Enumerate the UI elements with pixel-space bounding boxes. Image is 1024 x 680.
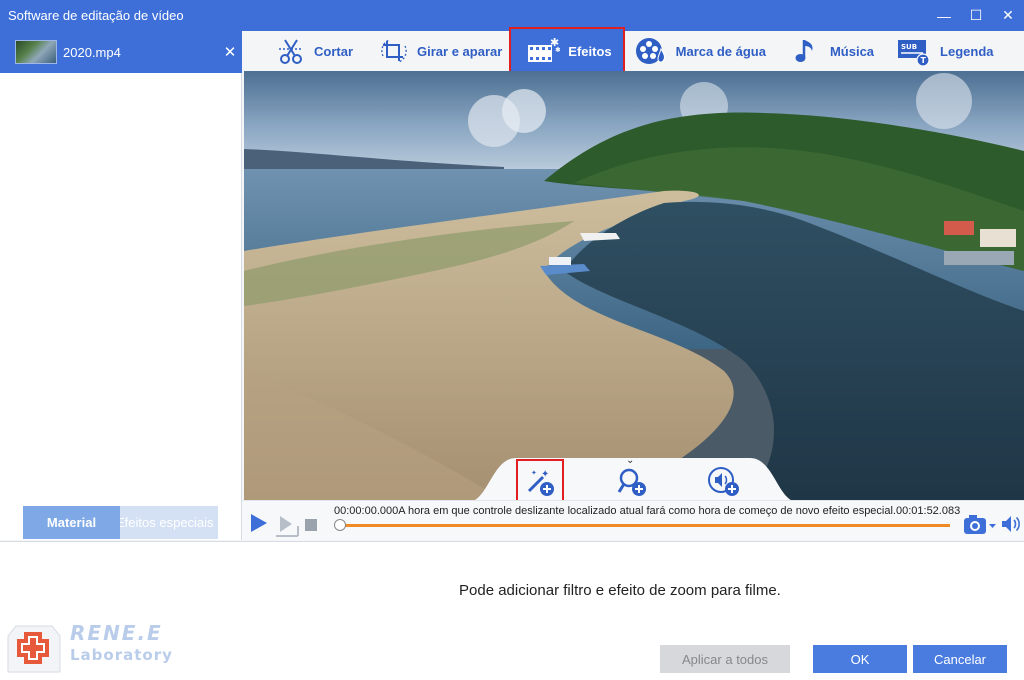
- video-preview[interactable]: [244, 71, 1024, 500]
- add-zoom-button[interactable]: [609, 460, 655, 504]
- tool-cut-label: Cortar: [314, 43, 354, 59]
- tool-watermark[interactable]: Marca de água: [634, 31, 766, 71]
- tool-watermark-label: Marca de água: [675, 43, 766, 59]
- film-reel-watermark-icon: [635, 38, 665, 64]
- edit-toolbar: Cortar Girar e aparar ✱ ✱ Efeitos Marca …: [243, 27, 1024, 75]
- snapshot-button[interactable]: [963, 514, 997, 536]
- svg-text:✦: ✦: [541, 469, 549, 480]
- zoom-add-icon: [617, 468, 646, 496]
- play-button[interactable]: [248, 513, 268, 533]
- tool-rotate-crop-label: Girar e aparar: [417, 43, 503, 59]
- cancel-button[interactable]: Cancelar: [913, 645, 1007, 673]
- logo-line1: RENE.E: [70, 621, 163, 645]
- tool-music-label: Música: [829, 43, 875, 59]
- music-note-icon: [795, 40, 813, 62]
- timeline-slider-handle[interactable]: [334, 519, 346, 531]
- logo-text: RENE.E Laboratory: [70, 622, 173, 666]
- file-tab[interactable]: 2020.mp4 ✕: [0, 31, 242, 73]
- logo-line2: Laboratory: [70, 646, 173, 664]
- close-button[interactable]: ✕: [992, 0, 1024, 31]
- tool-effects[interactable]: ✱ ✱ Efeitos: [509, 27, 625, 75]
- rotate-crop-icon: [381, 39, 407, 63]
- hint-text: Pode adicionar filtro e efeito de zoom p…: [459, 582, 781, 599]
- maximize-button[interactable]: ☐: [960, 0, 992, 31]
- play-icon: [251, 514, 267, 532]
- file-panel: 2020.mp4 ✕ Material Efeitos especiais: [0, 31, 242, 540]
- ok-button[interactable]: OK: [813, 645, 907, 673]
- file-close-icon[interactable]: ✕: [218, 43, 242, 61]
- tool-music[interactable]: Música: [792, 31, 874, 71]
- window-title: Software de editação de vídeo: [8, 8, 184, 23]
- tool-effects-label: Efeitos: [568, 43, 612, 59]
- bottom-panel: Pode adicionar filtro e efeito de zoom p…: [0, 541, 1024, 680]
- magic-wand-add-icon: ✦ ✦: [527, 469, 554, 496]
- file-thumbnail: [15, 40, 57, 64]
- start-time: 00:00:00.000: [334, 505, 399, 517]
- end-time: 00:01:52.083: [895, 505, 961, 517]
- add-audio-button[interactable]: [701, 460, 747, 504]
- logo: RENE.E Laboratory: [6, 622, 173, 676]
- timeline-message: A hora em que controle deslizante locali…: [398, 505, 896, 517]
- tool-rotate-crop[interactable]: Girar e aparar: [379, 31, 502, 71]
- tab-special-effects[interactable]: Efeitos especiais: [120, 506, 218, 539]
- minimize-button[interactable]: —: [928, 0, 960, 31]
- tool-cut[interactable]: Cortar: [276, 31, 353, 71]
- step-play-icon: [276, 516, 299, 537]
- timeline-track[interactable]: [339, 524, 950, 527]
- file-name: 2020.mp4: [63, 44, 121, 60]
- film-effects-icon: ✱ ✱: [528, 36, 560, 62]
- effects-tray: ⌄ ✦ ✦: [468, 455, 798, 505]
- stop-icon: [305, 519, 317, 531]
- stop-button[interactable]: [305, 519, 317, 531]
- rene-logo-icon: [7, 625, 61, 673]
- camera-icon: [964, 515, 996, 534]
- tab-material[interactable]: Material: [23, 506, 120, 539]
- playback-bar: 00:00:00.000A hora em que controle desli…: [242, 500, 1024, 540]
- title-bar: Software de editação de vídeo — ☐ ✕: [0, 0, 1024, 31]
- play-next-button[interactable]: [276, 514, 300, 538]
- volume-add-icon: [708, 467, 739, 496]
- video-frame: [244, 71, 1024, 500]
- scissors-icon: [279, 39, 303, 64]
- svg-text:T: T: [921, 56, 927, 65]
- tool-subtitle-label: Legenda: [940, 43, 994, 59]
- volume-icon: [1002, 516, 1020, 532]
- subtitle-icon: SUB T: [898, 40, 930, 66]
- add-filter-button[interactable]: ✦ ✦: [516, 459, 564, 505]
- timeline-info: 00:00:00.000A hora em que controle desli…: [334, 505, 960, 517]
- volume-button[interactable]: [1001, 515, 1021, 533]
- tool-subtitle[interactable]: SUB T Legenda: [896, 31, 994, 71]
- apply-all-button[interactable]: Aplicar a todos: [660, 645, 790, 673]
- svg-text:SUB: SUB: [901, 43, 917, 51]
- svg-text:✱: ✱: [555, 46, 560, 54]
- svg-text:✦: ✦: [531, 469, 537, 477]
- panel-tabs: Material Efeitos especiais: [23, 506, 218, 539]
